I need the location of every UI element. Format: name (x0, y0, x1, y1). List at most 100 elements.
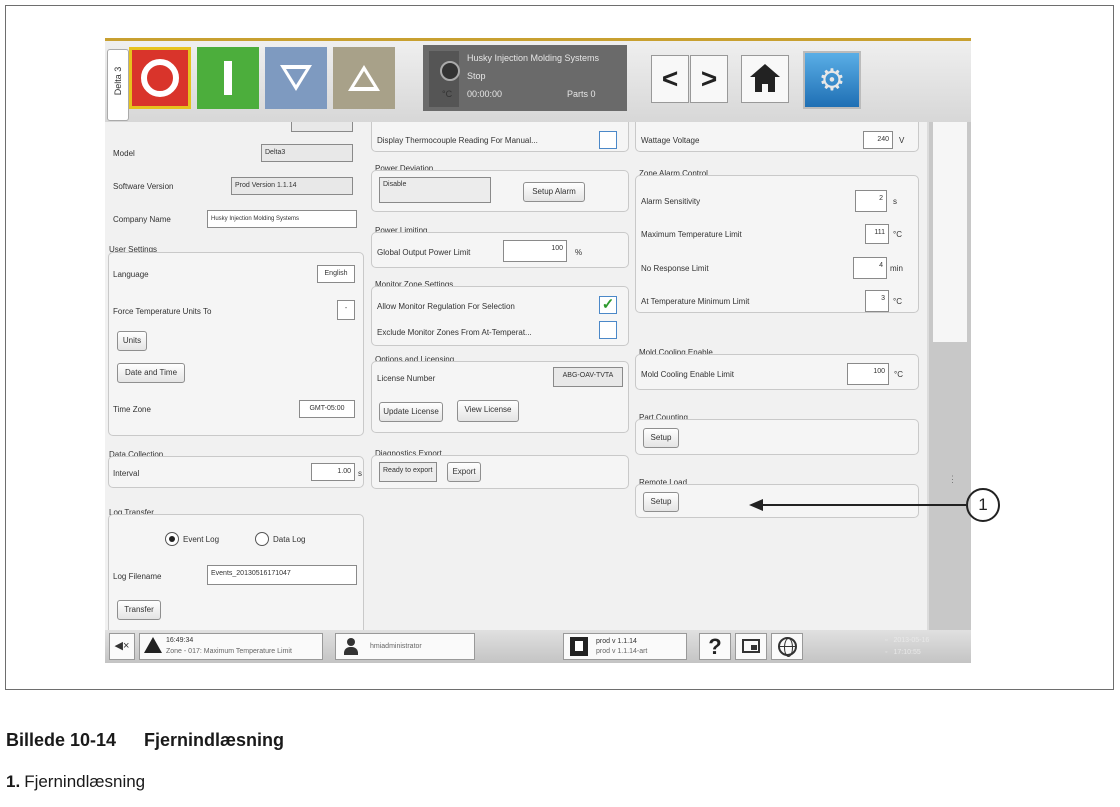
stop-icon (141, 59, 179, 97)
time-zone-field[interactable]: GMT-05:00 (299, 400, 355, 418)
update-license-button[interactable]: Update License (379, 402, 443, 422)
home-button[interactable] (741, 55, 789, 103)
diagnostics-status-field: Ready to export (379, 462, 437, 482)
callout-arrow-line (760, 504, 966, 506)
serial-field (291, 122, 353, 132)
back-button[interactable]: < (651, 55, 689, 103)
settings-content: Model Delta3 Software Version Prod Versi… (105, 122, 927, 630)
at-temp-unit: °C (893, 297, 902, 306)
help-button[interactable]: ? (699, 633, 731, 660)
user-name: hmiadministrator (370, 643, 422, 650)
current-time: 17:10:55 (893, 649, 921, 656)
export-button[interactable]: Export (447, 462, 481, 482)
clock-icon: ◦ (885, 649, 888, 656)
software-version-label: Software Version (113, 182, 174, 191)
data-log-label: Data Log (273, 535, 306, 544)
no-response-limit-field[interactable]: 4 (853, 257, 887, 279)
alarm-sensitivity-unit: s (893, 197, 897, 206)
alarm-sensitivity-field[interactable]: 2 (855, 190, 887, 212)
alarm-sensitivity-label: Alarm Sensitivity (641, 197, 701, 206)
figure-number: Billede 10-14 (6, 730, 117, 750)
view-license-button[interactable]: View License (457, 400, 519, 422)
run-button[interactable] (197, 47, 259, 109)
version-button[interactable]: prod v 1.1.14 prod v 1.1.14-art (563, 633, 687, 660)
display-thermocouple-label: Display Thermocouple Reading For Manual.… (377, 136, 538, 145)
legend-text: Fjernindlæsning (24, 772, 146, 791)
date-and-time-button[interactable]: Date and Time (117, 363, 185, 383)
stop-button[interactable] (129, 47, 191, 109)
at-temp-minimum-label: At Temperature Minimum Limit (641, 297, 750, 306)
transfer-button[interactable]: Transfer (117, 600, 161, 620)
figure-title: Fjernindlæsning (144, 730, 285, 750)
force-temp-units-field[interactable]: - (337, 300, 355, 320)
globe-icon (778, 637, 797, 657)
display-thermocouple-checkbox[interactable] (599, 131, 617, 149)
license-number-label: License Number (377, 374, 436, 383)
log-filename-field[interactable]: Events_20130516171047 (207, 565, 357, 585)
units-button[interactable]: Units (117, 331, 147, 351)
hmi-screenshot: Delta 3 °C Husky Injection Molding Syste… (105, 38, 971, 663)
language-field[interactable]: English (317, 265, 355, 283)
machine-status-panel: °C Husky Injection Molding Systems Stop … (423, 45, 627, 111)
no-response-unit: min (890, 264, 903, 273)
settings-button[interactable]: ⚙ (803, 51, 861, 109)
scrollbar-thumb[interactable] (933, 122, 967, 342)
figure-caption: Billede 10-14 Fjernindlæsning (6, 730, 284, 751)
boost-button[interactable] (333, 47, 395, 109)
home-icon (750, 64, 780, 77)
global-output-power-field[interactable]: 100 (503, 240, 567, 262)
language-label: Language (113, 270, 149, 279)
max-temp-limit-field[interactable]: 111 (865, 224, 889, 244)
at-temp-minimum-field[interactable]: 3 (865, 290, 889, 312)
mute-button[interactable]: ◀× (109, 633, 135, 660)
power-deviation-field[interactable]: Disable (379, 177, 491, 203)
wattage-unit: V (899, 136, 905, 145)
warning-icon (144, 637, 162, 653)
wattage-voltage-field[interactable]: 240 (863, 131, 893, 149)
exclude-monitor-zones-checkbox[interactable] (599, 321, 617, 339)
model-label: Model (113, 149, 135, 158)
status-camera: °C (429, 51, 460, 107)
global-output-power-label: Global Output Power Limit (377, 248, 471, 257)
figure-legend: 1. Fjernindlæsning (6, 772, 145, 792)
power-unit: % (575, 248, 583, 257)
user-icon (344, 638, 358, 655)
help-icon: ? (708, 634, 722, 659)
allow-monitor-regulation-checkbox[interactable]: ✓ (599, 296, 617, 314)
forward-button[interactable]: > (690, 55, 728, 103)
standby-button[interactable] (265, 47, 327, 109)
company-name-field[interactable]: Husky Injection Molding Systems (207, 210, 357, 228)
mold-cooling-limit-field[interactable]: 100 (847, 363, 889, 385)
remote-load-setup-button[interactable]: Setup (643, 492, 679, 512)
force-temp-units-label: Force Temperature Units To (113, 307, 212, 316)
screenshot-button[interactable] (735, 633, 767, 660)
date-time-display: ▫ 2013-05-16 ◦ 17:10:55 (885, 634, 969, 661)
chevron-left-icon: < (661, 63, 679, 94)
event-log-radio[interactable] (165, 532, 179, 546)
event-log-label: Event Log (183, 535, 220, 544)
gear-icon: ⚙ (818, 63, 846, 97)
allow-monitor-regulation-label: Allow Monitor Regulation For Selection (377, 302, 515, 311)
part-counting-setup-button[interactable]: Setup (643, 428, 679, 448)
mold-cooling-unit: °C (894, 370, 903, 379)
interval-field[interactable]: 1.00 (311, 463, 355, 481)
time-zone-label: Time Zone (113, 405, 151, 414)
standby-icon (280, 65, 312, 91)
boost-icon (348, 65, 380, 91)
user-button[interactable]: hmiadministrator (335, 633, 475, 660)
current-date: 2013-05-16 (893, 637, 930, 644)
status-temp-unit: °C (442, 89, 453, 99)
screenshot-icon (742, 639, 760, 653)
alarm-banner[interactable]: 16:49:34 Zone - 017: Maximum Temperature… (139, 633, 323, 660)
vertical-scrollbar[interactable]: ⋮ (929, 122, 971, 630)
model-field: Delta3 (261, 144, 353, 162)
chevron-right-icon: > (700, 63, 718, 94)
data-log-radio[interactable] (255, 532, 269, 546)
machine-tab[interactable]: Delta 3 (107, 49, 129, 121)
wattage-voltage-label: Wattage Voltage (641, 136, 700, 145)
language-button[interactable] (771, 633, 803, 660)
callout-marker: 1 (966, 488, 1000, 522)
setup-alarm-button[interactable]: Setup Alarm (523, 182, 585, 202)
max-temp-limit-label: Maximum Temperature Limit (641, 230, 742, 239)
max-temp-unit: °C (893, 230, 902, 239)
